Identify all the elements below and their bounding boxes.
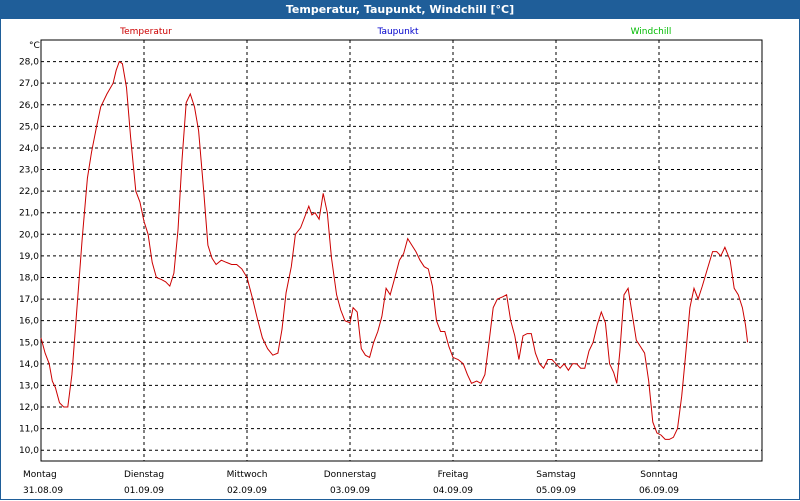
y-tick-label: 28,0 [19, 58, 39, 68]
y-tick-label: 24,0 [19, 144, 39, 154]
x-tick-day: Mittwoch [227, 470, 268, 480]
legend-entry: Temperatur [119, 27, 172, 37]
y-tick-label: 15,0 [19, 338, 39, 348]
x-tick-date: 01.09.09 [124, 486, 164, 496]
y-tick-label: 11,0 [19, 425, 39, 435]
x-tick-day: Dienstag [124, 470, 164, 480]
x-tick-day: Montag [23, 470, 57, 480]
y-tick-label: 21,0 [19, 209, 39, 219]
legend: Temperatur Taupunkt Windchill [119, 27, 671, 37]
x-tick-day: Freitag [438, 470, 469, 480]
x-tick-date: 03.09.09 [330, 486, 370, 496]
y-tick-label: 25,0 [19, 122, 39, 132]
legend-entry: Windchill [631, 27, 672, 37]
y-tick-label: 20,0 [19, 230, 39, 240]
x-tick-date: 06.09.09 [639, 486, 679, 496]
y-tick-label: 26,0 [19, 101, 39, 111]
y-tick-label: 19,0 [19, 252, 39, 262]
y-tick-label: 23,0 [19, 166, 39, 176]
x-tick-day: Samstag [536, 470, 575, 480]
y-tick-label: 22,0 [19, 187, 39, 197]
legend-entry: Taupunkt [376, 27, 419, 37]
x-tick-date: 04.09.09 [433, 486, 473, 496]
y-tick-label: 18,0 [19, 273, 39, 283]
chart-window: Temperatur, Taupunkt, Windchill [°C] 10,… [0, 0, 800, 500]
plot-area [40, 39, 763, 462]
y-tick-label: 16,0 [19, 317, 39, 327]
x-tick-day: Sonntag [640, 470, 677, 480]
x-tick-date: 05.09.09 [536, 486, 576, 496]
y-axis-label: °C [29, 41, 40, 51]
x-tick-date: 02.09.09 [227, 486, 267, 496]
y-tick-label: 17,0 [19, 295, 39, 305]
line-chart: 10,0 11,0 12,0 13,0 14,0 15,0 16,0 17,0 18,0 19,0… [19, 27, 763, 496]
y-tick-label: 14,0 [19, 360, 39, 370]
y-tick-labels: 10,0 11,0 12,0 13,0 14,0 15,0 16,0 17,0 18,0 19,0… [19, 58, 39, 457]
x-tick-date: 31.08.09 [23, 486, 63, 496]
x-tick-day: Donnerstag [324, 470, 377, 480]
y-tick-label: 13,0 [19, 381, 39, 391]
y-tick-label: 27,0 [19, 79, 39, 89]
x-tick-labels: Montag 31.08.09 Dienstag 01.09.09 Mittwoch 02… [23, 470, 679, 496]
y-tick-label: 12,0 [19, 403, 39, 413]
y-tick-label: 10,0 [19, 446, 39, 456]
